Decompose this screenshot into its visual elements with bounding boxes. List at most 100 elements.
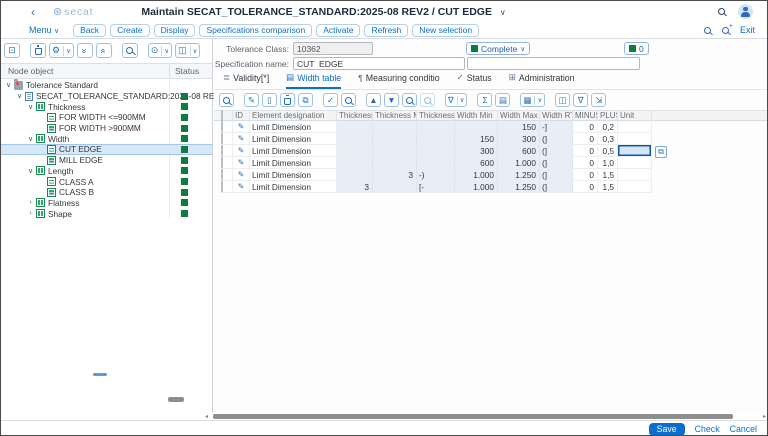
col-plus[interactable]: PLUS <box>598 110 618 121</box>
collapse-icon[interactable]: ∨ <box>4 81 13 89</box>
cell-thickness-rt[interactable] <box>417 121 455 132</box>
cell-thickness-rt[interactable]: -) <box>417 169 455 180</box>
save-button[interactable]: Save <box>649 423 685 436</box>
cell-thickness-min[interactable] <box>337 121 373 132</box>
cell-width-rt[interactable]: -] <box>540 121 573 132</box>
check-button[interactable]: Check <box>695 424 720 434</box>
cell-minus[interactable]: 0 <box>573 121 598 132</box>
specification-name-input[interactable] <box>293 57 465 70</box>
expand-all-button[interactable]: » <box>77 43 93 58</box>
cell-width-rt[interactable]: (] <box>540 181 573 192</box>
cell-width-max[interactable]: 300 <box>498 133 540 144</box>
refresh-button[interactable]: Refresh <box>364 24 408 37</box>
table-filter-button[interactable]: ∇ <box>573 93 588 107</box>
cell-thickness-min[interactable] <box>337 145 373 156</box>
specification-name-input-2[interactable] <box>467 57 640 70</box>
table-row[interactable]: ✎ Limit Dimension 150 -] 0 0,2 <box>219 121 652 133</box>
duplicate-row-button[interactable]: ⧉ <box>298 93 313 107</box>
cell-thickness-max[interactable] <box>373 145 417 156</box>
cell-thickness-min[interactable]: 3 <box>337 181 373 192</box>
title-caret-icon[interactable]: ∨ <box>500 8 506 17</box>
cell-minus[interactable]: 0 <box>573 157 598 168</box>
cell-unit[interactable] <box>618 133 652 144</box>
table-row[interactable]: ✎ Limit Dimension 3 [- 1.000 1.250 (] 0 … <box>219 181 652 193</box>
cell-designation[interactable]: Limit Dimension <box>250 157 337 168</box>
cell-width-max[interactable]: 1.000 <box>498 157 540 168</box>
tree-item-length[interactable]: ∨ Length <box>1 166 212 177</box>
cell-width-max[interactable]: 1.250 <box>498 169 540 180</box>
collapse-icon[interactable]: ∨ <box>26 103 35 111</box>
details-button[interactable] <box>219 93 234 107</box>
page-title[interactable]: Maintain SECAT_TOLERANCE_STANDARD:2025-0… <box>141 6 505 18</box>
edit-row-button[interactable]: ✎ <box>244 93 259 107</box>
cell-thickness-min[interactable] <box>337 133 373 144</box>
find-in-table-button[interactable] <box>341 93 356 107</box>
tree-item-width[interactable]: ∨ Width <box>1 133 212 144</box>
cell-unit[interactable] <box>618 157 652 168</box>
row-select-cell[interactable] <box>219 121 233 132</box>
cell-thickness-rt[interactable]: [- <box>417 181 455 192</box>
edit-row-icon[interactable]: ✎ <box>233 169 250 180</box>
cell-width-min[interactable]: 150 <box>455 133 498 144</box>
exit-link[interactable]: Exit <box>740 25 755 35</box>
checkbox[interactable] <box>221 157 223 168</box>
cell-width-rt[interactable]: (] <box>540 145 573 156</box>
specifications-comparison-button[interactable]: Specifications comparison <box>199 24 312 37</box>
checkbox[interactable] <box>221 181 223 192</box>
row-select-cell[interactable] <box>219 157 233 168</box>
tab-validity[interactable]: ≣ Validity[*] <box>223 72 269 89</box>
tree-item-thickness[interactable]: ∨ Thickness <box>1 101 212 112</box>
activate-button[interactable]: Activate <box>316 24 360 37</box>
collapse-icon[interactable]: ∨ <box>26 135 35 143</box>
cell-minus[interactable]: 0 <box>573 133 598 144</box>
scrollbar-track[interactable] <box>211 414 763 419</box>
create-button[interactable]: Create <box>110 24 150 37</box>
main-horizontal-scrollbar[interactable]: ◂ ▸ <box>205 413 768 420</box>
display-button[interactable]: Display <box>154 24 196 37</box>
cell-width-min[interactable]: 1.000 <box>455 181 498 192</box>
row-select-cell[interactable] <box>219 181 233 192</box>
edit-row-icon[interactable]: ✎ <box>233 181 250 192</box>
move-up-button[interactable]: ▲ <box>366 93 381 107</box>
scroll-right-icon[interactable]: ▸ <box>763 413 768 420</box>
checkbox[interactable] <box>221 169 223 180</box>
cell-thickness-rt[interactable] <box>417 157 455 168</box>
tab-width-table[interactable]: ▤ Width table <box>286 72 341 89</box>
col-element-designation[interactable]: Element designation <box>250 110 337 121</box>
col-thickness-rt[interactable]: Thickness RT <box>417 110 455 121</box>
tree-item-shape[interactable]: › Shape <box>1 208 212 219</box>
cell-width-min[interactable] <box>455 121 498 132</box>
cell-thickness-max[interactable] <box>373 181 417 192</box>
move-down-button[interactable]: ▼ <box>384 93 399 107</box>
tree-item-mill-edge[interactable]: MILL EDGE <box>1 155 212 166</box>
edit-row-icon[interactable]: ✎ <box>233 157 250 168</box>
col-thickness-min[interactable]: Thickness Min <box>337 110 373 121</box>
focus-node-button[interactable]: ⊡ <box>4 43 20 58</box>
cell-thickness-min[interactable] <box>337 157 373 168</box>
views-dropdown-button[interactable]: ▦∨ <box>520 93 545 107</box>
select-all-header[interactable] <box>219 110 233 121</box>
delete-node-button[interactable] <box>30 43 46 58</box>
tree-item-cut-edge[interactable]: CUT EDGE <box>1 144 212 155</box>
advanced-search-icon[interactable]: + <box>722 27 729 34</box>
expand-icon[interactable]: › <box>26 199 35 206</box>
message-counter-badge[interactable]: 0 <box>624 42 649 55</box>
tree-item-for-width-gt-900mm[interactable]: FOR WIDTH >900MM <box>1 123 212 134</box>
cell-designation[interactable]: Limit Dimension <box>250 133 337 144</box>
col-width-rt[interactable]: Width RT <box>540 110 573 121</box>
cell-thickness-rt[interactable] <box>417 133 455 144</box>
tab-status[interactable]: ✓ Status <box>457 72 492 89</box>
cell-plus[interactable]: 1,5 <box>598 169 618 180</box>
tab-administration[interactable]: ⊞ Administration <box>509 72 575 89</box>
col-thickness-max[interactable]: Thickness Max <box>373 110 417 121</box>
cell-plus[interactable]: 1,5 <box>598 181 618 192</box>
cancel-button[interactable]: Cancel <box>730 424 757 434</box>
column-settings-button[interactable]: ◫ <box>555 93 570 107</box>
cell-minus[interactable]: 0 <box>573 145 598 156</box>
col-unit[interactable]: Unit <box>618 110 652 121</box>
cell-width-min[interactable]: 300 <box>455 145 498 156</box>
cell-designation[interactable]: Limit Dimension <box>250 121 337 132</box>
cell-width-rt[interactable]: (] <box>540 157 573 168</box>
find-node-button[interactable] <box>122 43 138 58</box>
find-icon[interactable] <box>704 27 711 34</box>
